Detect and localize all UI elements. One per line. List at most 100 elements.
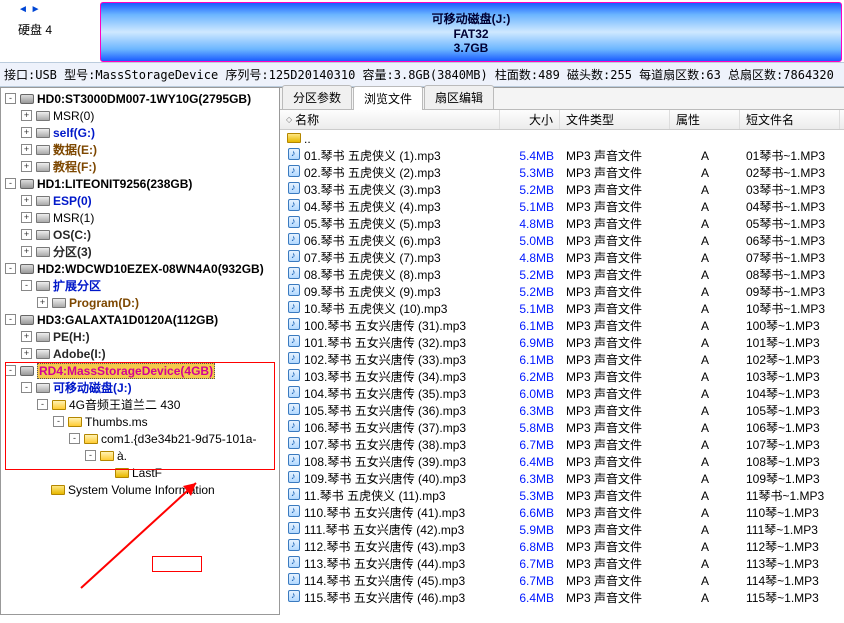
file-row[interactable]: 02.琴书 五虎侠义 (2).mp35.3MBMP3 声音文件A02琴书~1.M… [280,164,844,181]
tree-node[interactable]: -4G音频王道兰二 430 [1,396,279,413]
file-row[interactable]: 113.琴书 五女兴唐传 (44).mp36.7MBMP3 声音文件A113琴~… [280,555,844,572]
tree-node[interactable]: -扩展分区 [1,277,279,294]
file-row[interactable]: 110.琴书 五女兴唐传 (41).mp36.6MBMP3 声音文件A110琴~… [280,504,844,521]
fldopen-icon [83,432,99,446]
tree-toggle[interactable]: - [21,382,32,393]
file-row[interactable]: 111.琴书 五女兴唐传 (42).mp35.9MBMP3 声音文件A111琴~… [280,521,844,538]
file-type: MP3 声音文件 [560,385,670,402]
tree-node[interactable]: System Volume Information [1,481,279,498]
tree-node[interactable]: +self(G:) [1,124,279,141]
tree-node[interactable]: +教程(F:) [1,158,279,175]
audio-file-icon [286,385,302,399]
file-attr: A [670,149,740,163]
partition-bar[interactable]: 可移动磁盘(J:) FAT32 3.7GB [100,2,842,62]
tree-node[interactable]: +Adobe(I:) [1,345,279,362]
tab-sector-edit[interactable]: 扇区编辑 [424,85,494,109]
file-shortname: 107琴~1.MP3 [740,436,840,453]
tab-partition-params[interactable]: 分区参数 [282,85,352,109]
file-row[interactable]: 109.琴书 五女兴唐传 (40).mp36.3MBMP3 声音文件A109琴~… [280,470,844,487]
tree-toggle[interactable]: - [5,314,16,325]
nav-arrows[interactable]: ◄ ► [18,4,100,15]
tree-node[interactable]: -HD2:WDCWD10EZEX-08WN4A0(932GB) [1,260,279,277]
tree-node[interactable]: -com1.{d3e34b21-9d75-101a- [1,430,279,447]
file-row[interactable]: 105.琴书 五女兴唐传 (36).mp36.3MBMP3 声音文件A105琴~… [280,402,844,419]
file-row[interactable]: 102.琴书 五女兴唐传 (33).mp36.1MBMP3 声音文件A102琴~… [280,351,844,368]
file-row[interactable]: 115.琴书 五女兴唐传 (46).mp36.4MBMP3 声音文件A115琴~… [280,589,844,606]
tree-node[interactable]: +PE(H:) [1,328,279,345]
file-row[interactable]: 03.琴书 五虎侠义 (3).mp35.2MBMP3 声音文件A03琴书~1.M… [280,181,844,198]
file-row[interactable]: 07.琴书 五虎侠义 (7).mp34.8MBMP3 声音文件A07琴书~1.M… [280,249,844,266]
tree-toggle[interactable]: + [21,144,32,155]
col-name[interactable]: ◇名称 [280,110,500,129]
tree-toggle[interactable]: + [37,297,48,308]
tree-toggle[interactable]: + [21,246,32,257]
device-tree[interactable]: -HD0:ST3000DM007-1WY10G(2795GB)+MSR(0)+s… [0,87,280,615]
tree-toggle[interactable]: - [5,93,16,104]
tree-toggle[interactable]: - [69,433,80,444]
file-name: 109.琴书 五女兴唐传 (40).mp3 [304,472,466,486]
file-row[interactable]: 06.琴书 五虎侠义 (6).mp35.0MBMP3 声音文件A06琴书~1.M… [280,232,844,249]
col-size[interactable]: 大小 [500,110,560,129]
tree-node[interactable]: +OS(C:) [1,226,279,243]
tree-node[interactable]: +MSR(1) [1,209,279,226]
tree-node[interactable]: -HD1:LITEONIT9256(238GB) [1,175,279,192]
file-row[interactable]: 100.琴书 五女兴唐传 (31).mp36.1MBMP3 声音文件A100琴~… [280,317,844,334]
tree-node[interactable]: +MSR(0) [1,107,279,124]
file-row[interactable]: 08.琴书 五虎侠义 (8).mp35.2MBMP3 声音文件A08琴书~1.M… [280,266,844,283]
col-type[interactable]: 文件类型 [560,110,670,129]
file-row-up[interactable]: .. [280,130,844,147]
file-shortname: 09琴书~1.MP3 [740,283,840,300]
tree-node[interactable]: -HD3:GALAXTA1D0120A(112GB) [1,311,279,328]
file-type: MP3 声音文件 [560,368,670,385]
tree-toggle[interactable]: + [21,127,32,138]
tree-node[interactable]: +ESP(0) [1,192,279,209]
col-short[interactable]: 短文件名 [740,110,840,129]
tree-toggle[interactable]: - [85,450,96,461]
file-row[interactable]: 106.琴书 五女兴唐传 (37).mp35.8MBMP3 声音文件A106琴~… [280,419,844,436]
tree-node[interactable]: -RD4:MassStorageDevice(4GB) [1,362,279,379]
file-row[interactable]: 01.琴书 五虎侠义 (1).mp35.4MBMP3 声音文件A01琴书~1.M… [280,147,844,164]
tree-node[interactable]: -Thumbs.ms [1,413,279,430]
tree-toggle[interactable]: + [21,195,32,206]
file-row[interactable]: 104.琴书 五女兴唐传 (35).mp36.0MBMP3 声音文件A104琴~… [280,385,844,402]
tree-toggle[interactable]: + [21,161,32,172]
tree-toggle[interactable]: + [21,229,32,240]
tree-toggle[interactable]: - [53,416,64,427]
tree-toggle[interactable]: + [21,331,32,342]
file-row[interactable]: 11.琴书 五虎侠义 (11).mp35.3MBMP3 声音文件A11琴书~1.… [280,487,844,504]
tree-toggle[interactable]: - [37,399,48,410]
col-attr[interactable]: 属性 [670,110,740,129]
file-row[interactable]: 114.琴书 五女兴唐传 (45).mp36.7MBMP3 声音文件A114琴~… [280,572,844,589]
tree-node[interactable]: LastF [1,464,279,481]
tree-toggle[interactable]: + [21,348,32,359]
tree-node[interactable]: -HD0:ST3000DM007-1WY10G(2795GB) [1,90,279,107]
file-list[interactable]: ..01.琴书 五虎侠义 (1).mp35.4MBMP3 声音文件A01琴书~1… [280,130,844,615]
file-row[interactable]: 10.琴书 五虎侠义 (10).mp35.1MBMP3 声音文件A10琴书~1.… [280,300,844,317]
tree-toggle[interactable]: - [5,365,16,376]
tree-toggle[interactable]: + [21,110,32,121]
file-size: 5.2MB [500,285,560,299]
tree-node[interactable]: +分区(3) [1,243,279,260]
fld-icon [114,466,130,480]
file-size: 6.0MB [500,387,560,401]
tree-toggle[interactable]: - [5,263,16,274]
tree-toggle[interactable]: - [5,178,16,189]
tree-node[interactable]: -可移动磁盘(J:) [1,379,279,396]
file-row[interactable]: 103.琴书 五女兴唐传 (34).mp36.2MBMP3 声音文件A103琴~… [280,368,844,385]
audio-file-icon [286,334,302,348]
tree-toggle[interactable]: - [21,280,32,291]
tab-browse-files[interactable]: 浏览文件 [353,86,423,110]
tree-node[interactable]: +Program(D:) [1,294,279,311]
file-size: 5.1MB [500,200,560,214]
file-row[interactable]: 107.琴书 五女兴唐传 (38).mp36.7MBMP3 声音文件A107琴~… [280,436,844,453]
tree-node[interactable]: -à. [1,447,279,464]
file-row[interactable]: 108.琴书 五女兴唐传 (39).mp36.4MBMP3 声音文件A108琴~… [280,453,844,470]
tree-node[interactable]: +数据(E:) [1,141,279,158]
file-row[interactable]: 09.琴书 五虎侠义 (9).mp35.2MBMP3 声音文件A09琴书~1.M… [280,283,844,300]
file-row[interactable]: 05.琴书 五虎侠义 (5).mp34.8MBMP3 声音文件A05琴书~1.M… [280,215,844,232]
tree-toggle[interactable]: + [21,212,32,223]
file-row[interactable]: 04.琴书 五虎侠义 (4).mp35.1MBMP3 声音文件A04琴书~1.M… [280,198,844,215]
vol-icon [35,194,51,208]
file-row[interactable]: 112.琴书 五女兴唐传 (43).mp36.8MBMP3 声音文件A112琴~… [280,538,844,555]
file-row[interactable]: 101.琴书 五女兴唐传 (32).mp36.9MBMP3 声音文件A101琴~… [280,334,844,351]
